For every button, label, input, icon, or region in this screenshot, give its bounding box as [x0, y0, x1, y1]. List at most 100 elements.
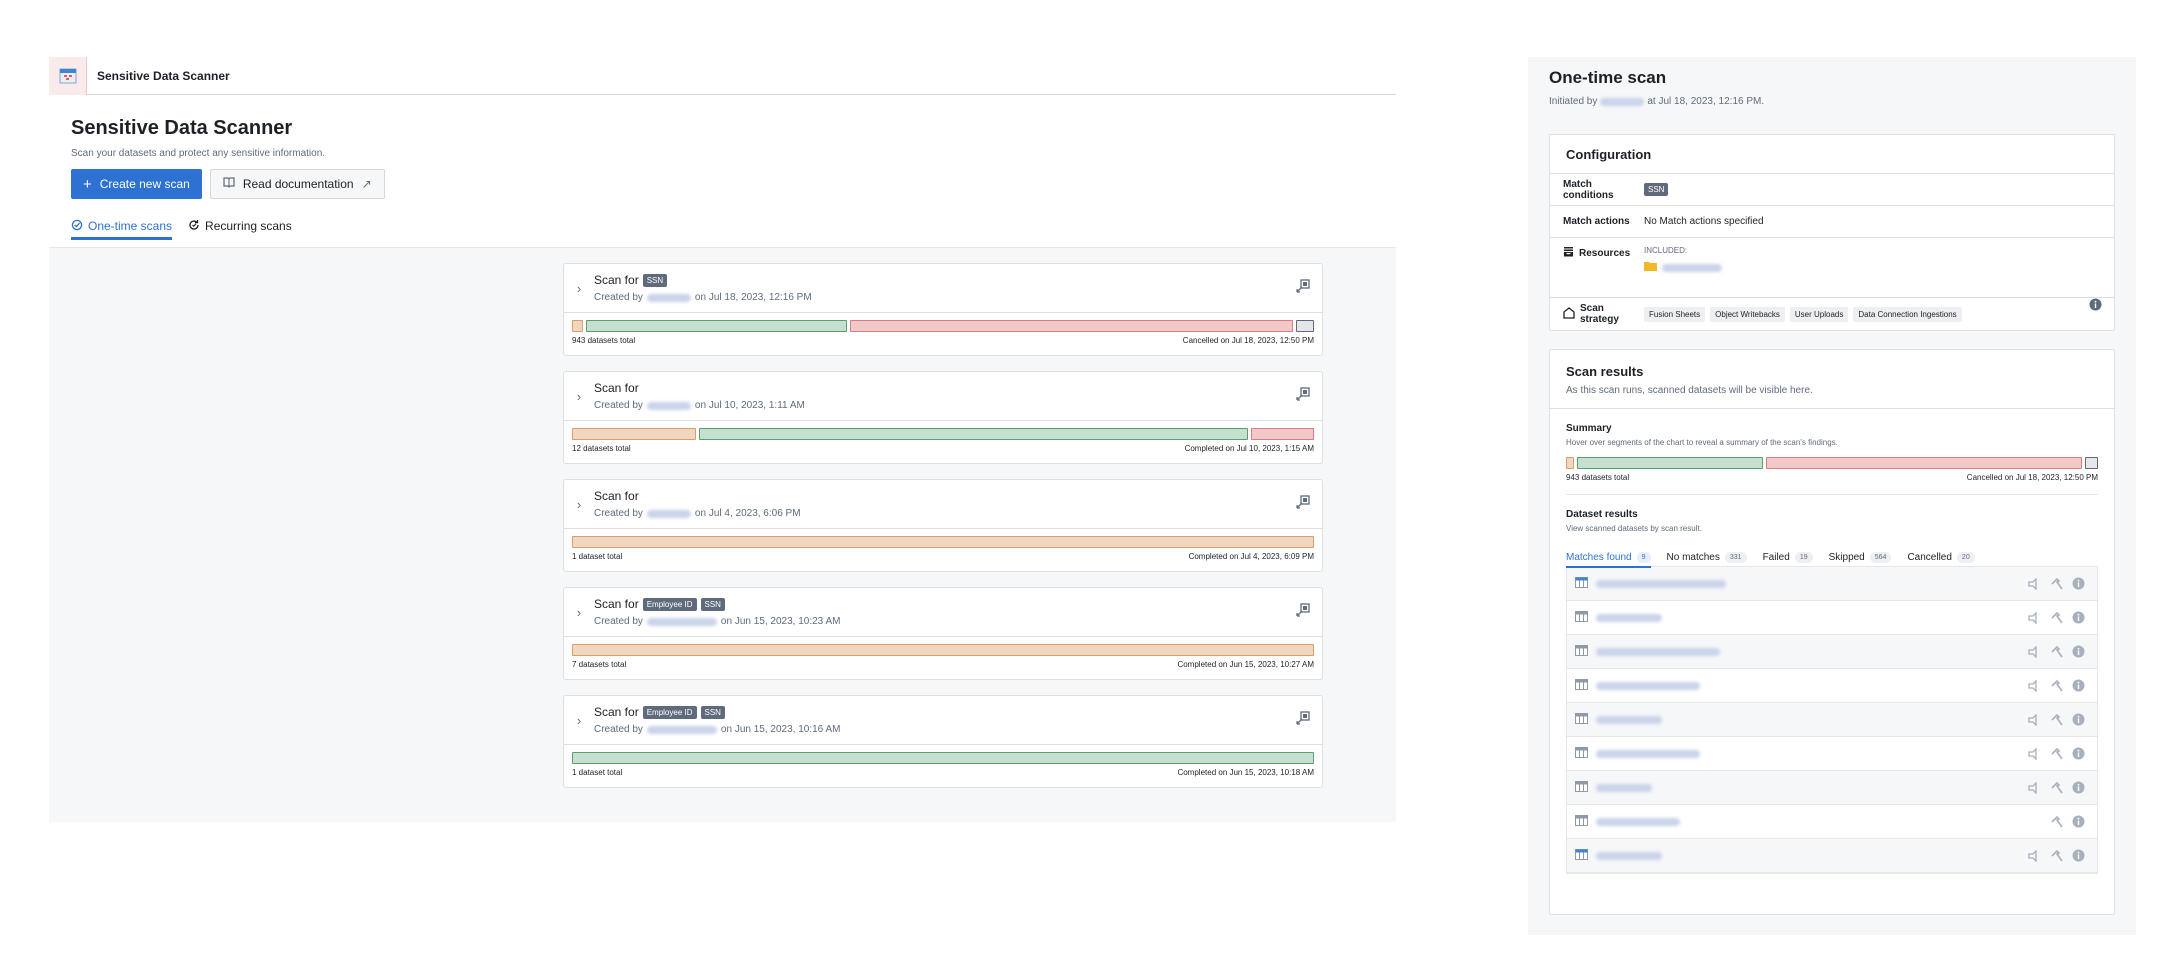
- info-icon[interactable]: [2072, 611, 2085, 624]
- skipped-segment[interactable]: [849, 320, 1294, 332]
- chevron-right-icon[interactable]: ›: [564, 605, 594, 620]
- check-circle-icon: [71, 219, 83, 234]
- tab-matches-found[interactable]: Matches found 9: [1566, 547, 1651, 568]
- skipped-segment[interactable]: [1766, 457, 2082, 469]
- scan-summary: 12 datasets total Completed on Jul 10, 20…: [564, 421, 1322, 453]
- chevron-right-icon[interactable]: ›: [564, 281, 594, 296]
- chevron-right-icon[interactable]: ›: [564, 389, 594, 404]
- build-hammer-icon[interactable]: [2050, 645, 2063, 658]
- info-icon[interactable]: [2072, 849, 2085, 862]
- dataset-name-redacted[interactable]: [1596, 647, 1720, 656]
- resources-row: Resources INCLUDED:: [1550, 238, 2114, 298]
- announce-icon[interactable]: [2028, 577, 2041, 590]
- no-matches-segment[interactable]: [585, 320, 847, 332]
- announce-icon[interactable]: [2028, 781, 2041, 794]
- scan-created-info: Created by on Jul 10, 2023, 1:11 AM: [594, 400, 805, 411]
- build-hammer-icon[interactable]: [2050, 781, 2063, 794]
- no-matches-segment[interactable]: [572, 752, 1314, 764]
- scan-card-header[interactable]: › Scan for SSN Created by on Jul 18, 2023, 1…: [564, 264, 1322, 313]
- info-icon[interactable]: [2072, 713, 2085, 726]
- dataset-row[interactable]: [1567, 805, 2097, 839]
- info-icon[interactable]: [2072, 781, 2085, 794]
- info-icon[interactable]: [2072, 645, 2085, 658]
- create-new-scan-button[interactable]: + Create new scan: [71, 169, 202, 199]
- no-matches-segment[interactable]: [698, 428, 1249, 440]
- dataset-actions: [2028, 781, 2085, 794]
- build-hammer-icon[interactable]: [2050, 815, 2063, 828]
- scan-card-header[interactable]: › Scan for Created by on Jul 10, 2023, 1:11…: [564, 372, 1322, 421]
- no-matches-segment[interactable]: [1577, 457, 1764, 469]
- dataset-row[interactable]: [1567, 567, 2097, 601]
- dataset-name-redacted[interactable]: [1596, 783, 1652, 792]
- dataset-row[interactable]: [1567, 771, 2097, 805]
- matches-found-segment[interactable]: [572, 428, 696, 440]
- build-hammer-icon[interactable]: [2050, 747, 2063, 760]
- dataset-row[interactable]: [1567, 703, 2097, 737]
- tab-skipped[interactable]: Skipped 564: [1829, 547, 1892, 567]
- dataset-name-redacted[interactable]: [1596, 749, 1700, 758]
- dataset-name-redacted[interactable]: [1596, 681, 1700, 690]
- scan-card-header[interactable]: › Scan for Employee ID SSN Created by on Jun …: [564, 588, 1322, 637]
- announce-icon[interactable]: [2028, 747, 2041, 760]
- build-hammer-icon[interactable]: [2050, 713, 2063, 726]
- scan-card[interactable]: › Scan for Created by on Jul 10, 2023, 1:11…: [563, 371, 1323, 464]
- scan-card-header[interactable]: › Scan for Created by on Jul 4, 2023, 6:06 …: [564, 480, 1322, 529]
- build-hammer-icon[interactable]: [2050, 849, 2063, 862]
- matches-found-segment[interactable]: [572, 644, 1314, 656]
- dataset-name-redacted[interactable]: [1596, 579, 1726, 588]
- info-icon[interactable]: [2089, 298, 2102, 330]
- read-documentation-button[interactable]: Read documentation ↗: [209, 169, 385, 199]
- info-icon[interactable]: [2072, 577, 2085, 590]
- cancelled-segment[interactable]: [2084, 457, 2098, 469]
- dataset-table-icon: [1575, 745, 1588, 763]
- initiated-info: Initiated by at Jul 18, 2023, 12:16 PM.: [1549, 96, 2136, 107]
- dataset-row[interactable]: [1567, 669, 2097, 703]
- scan-card[interactable]: › Scan for Employee ID SSN Created by on Jun …: [563, 695, 1323, 788]
- dataset-row[interactable]: [1567, 839, 2097, 873]
- scan-bar-footer: 1 dataset total Completed on Jul 4, 2023,…: [572, 552, 1314, 561]
- info-icon[interactable]: [2072, 679, 2085, 692]
- announce-icon[interactable]: [2028, 849, 2041, 862]
- dataset-row[interactable]: [1567, 737, 2097, 771]
- info-icon[interactable]: [2072, 747, 2085, 760]
- tab-no-matches[interactable]: No matches 331: [1667, 547, 1747, 567]
- open-in-panel-icon[interactable]: [1296, 279, 1310, 298]
- matches-found-segment[interactable]: [572, 320, 583, 332]
- included-resource[interactable]: [1644, 261, 2114, 274]
- info-icon[interactable]: [2072, 815, 2085, 828]
- matches-found-segment[interactable]: [1566, 457, 1575, 469]
- dataset-name-redacted[interactable]: [1596, 715, 1662, 724]
- build-hammer-icon[interactable]: [2050, 611, 2063, 624]
- skipped-segment[interactable]: [1251, 428, 1314, 440]
- announce-icon[interactable]: [2028, 645, 2041, 658]
- announce-icon[interactable]: [2028, 713, 2041, 726]
- tab-failed[interactable]: Failed 19: [1763, 547, 1813, 567]
- announce-icon[interactable]: [2028, 611, 2041, 624]
- chevron-right-icon[interactable]: ›: [564, 713, 594, 728]
- scan-card[interactable]: › Scan for SSN Created by on Jul 18, 2023, 1…: [563, 263, 1323, 356]
- chevron-right-icon[interactable]: ›: [564, 497, 594, 512]
- open-in-panel-icon[interactable]: [1296, 495, 1310, 514]
- dataset-name-redacted[interactable]: [1596, 613, 1662, 622]
- build-hammer-icon[interactable]: [2050, 679, 2063, 692]
- announce-icon[interactable]: [2028, 679, 2041, 692]
- build-hammer-icon[interactable]: [2050, 577, 2063, 590]
- open-in-panel-icon[interactable]: [1296, 387, 1310, 406]
- tab-recurring-scans[interactable]: Recurring scans: [188, 213, 292, 239]
- app-logo-icon[interactable]: [49, 56, 87, 95]
- dataset-name-redacted[interactable]: [1596, 851, 1662, 860]
- open-in-panel-icon[interactable]: [1296, 711, 1310, 730]
- dataset-name-redacted[interactable]: [1596, 817, 1680, 826]
- tab-cancelled[interactable]: Cancelled 20: [1907, 547, 1975, 567]
- tab-one-time-scans[interactable]: One-time scans: [71, 213, 173, 240]
- scan-status: Completed on Jun 15, 2023, 10:27 AM: [1177, 660, 1314, 669]
- scan-card[interactable]: › Scan for Created by on Jul 4, 2023, 6:06 …: [563, 479, 1323, 572]
- scan-title-text: Scan for: [594, 273, 639, 287]
- matches-found-segment[interactable]: [572, 536, 1314, 548]
- open-in-panel-icon[interactable]: [1296, 603, 1310, 622]
- dataset-row[interactable]: [1567, 635, 2097, 669]
- cancelled-segment[interactable]: [1296, 320, 1314, 332]
- dataset-row[interactable]: [1567, 601, 2097, 635]
- scan-card[interactable]: › Scan for Employee ID SSN Created by on Jun …: [563, 587, 1323, 680]
- scan-card-header[interactable]: › Scan for Employee ID SSN Created by on Jun …: [564, 696, 1322, 745]
